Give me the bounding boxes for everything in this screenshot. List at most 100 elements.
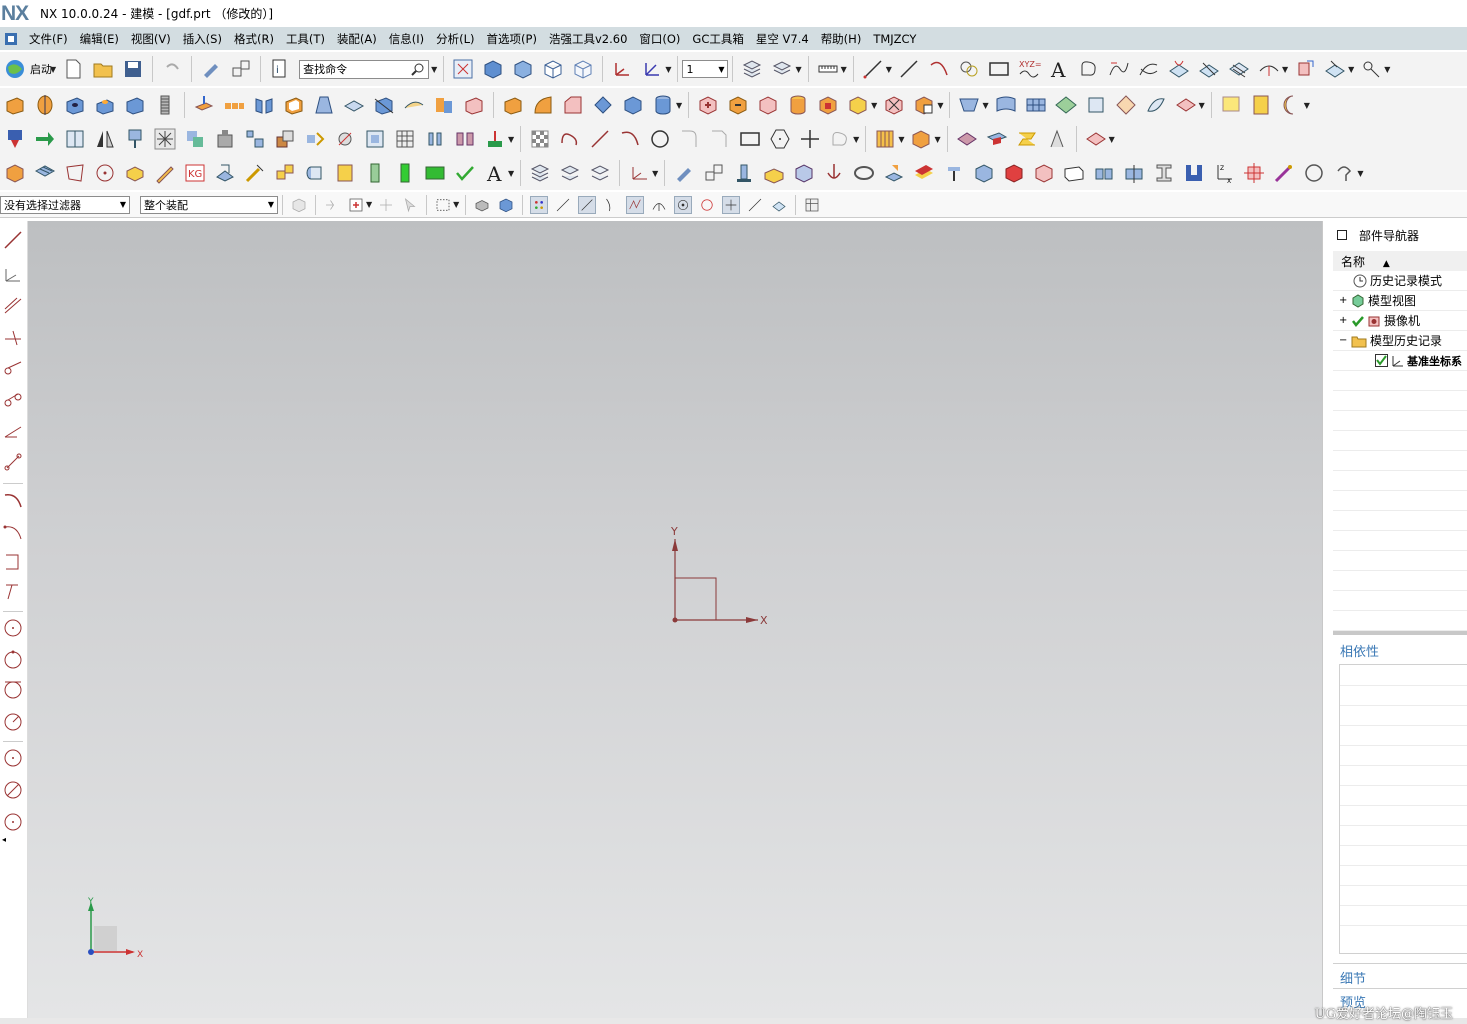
pattern-feature-icon[interactable]: [222, 93, 246, 117]
assembly-sequence-icon[interactable]: [183, 127, 207, 151]
rectangle-select-icon[interactable]: [434, 196, 452, 214]
rectangle-icon[interactable]: [987, 57, 1011, 81]
left-circle-full-icon[interactable]: [2, 747, 24, 769]
runner-icon[interactable]: [423, 161, 447, 185]
wcs-origin-icon[interactable]: [610, 57, 634, 81]
ejector-pin-icon[interactable]: [243, 161, 267, 185]
window-layout-icon[interactable]: [229, 57, 253, 81]
grid-table-icon[interactable]: [393, 127, 417, 151]
left-arc-radius-icon[interactable]: [2, 581, 24, 603]
object-info-icon[interactable]: i: [268, 57, 292, 81]
pillar-icon[interactable]: [732, 161, 756, 185]
nav-node-model-views[interactable]: + 模型视图: [1333, 291, 1467, 311]
annotation-text-icon[interactable]: A: [483, 161, 507, 185]
wireframe-cube-icon[interactable]: [541, 57, 565, 81]
snap-midpoint-icon[interactable]: [578, 195, 597, 214]
quick-pick-icon[interactable]: [803, 196, 821, 214]
cylinder-icon[interactable]: [651, 93, 675, 117]
point-icon[interactable]: [1359, 57, 1383, 81]
mold-init-icon[interactable]: [3, 161, 27, 185]
standard-parts-icon[interactable]: [213, 161, 237, 185]
left-wcs-line-icon[interactable]: [2, 263, 24, 285]
pink-block-icon[interactable]: [1032, 161, 1056, 185]
assembly-constraint-icon[interactable]: [123, 127, 147, 151]
project-curve-icon[interactable]: [1167, 57, 1191, 81]
wcs-csys[interactable]: Y X: [670, 525, 768, 627]
calculator-icon[interactable]: [1249, 93, 1273, 117]
circle-outline-icon[interactable]: [1302, 161, 1326, 185]
menu-haoqiang-tools[interactable]: 浩强工具v2.60: [543, 31, 633, 47]
graphics-window[interactable]: Y X Y X: [28, 221, 1322, 1018]
basic-line-icon[interactable]: [897, 57, 921, 81]
menu-window[interactable]: 窗口(O): [633, 31, 686, 47]
parting-icon[interactable]: [123, 161, 147, 185]
left-circle-tangent-icon[interactable]: [2, 679, 24, 701]
snap-existing-point-icon[interactable]: [722, 195, 741, 214]
search-icon[interactable]: [411, 62, 425, 76]
sketch-fillet-icon[interactable]: [678, 127, 702, 151]
sketch-arc-icon[interactable]: [618, 127, 642, 151]
trim-body-icon[interactable]: [372, 93, 396, 117]
menu-file[interactable]: 文件(F): [23, 31, 74, 47]
save-icon[interactable]: [121, 57, 145, 81]
menu-insert[interactable]: 插入(S): [177, 31, 228, 47]
start-icon[interactable]: [3, 57, 27, 81]
mold-grid-icon[interactable]: [33, 161, 57, 185]
bridge-curve-icon[interactable]: [1107, 57, 1131, 81]
menu-tmjzcy[interactable]: TMJZCY: [867, 32, 922, 46]
window-copy-icon[interactable]: [702, 161, 726, 185]
snap-enable-icon[interactable]: [530, 195, 549, 214]
sketch-offset-icon[interactable]: [828, 127, 852, 151]
bounded-plane-icon[interactable]: [1144, 93, 1168, 117]
left-perpendicular-line-icon[interactable]: [2, 327, 24, 349]
menu-analysis[interactable]: 分析(L): [430, 31, 480, 47]
menu-preferences[interactable]: 首选项(P): [481, 31, 543, 47]
sub-insert-icon[interactable]: [303, 161, 327, 185]
snap-endpoint-icon[interactable]: [554, 196, 572, 214]
drawing-sheet-icon[interactable]: [873, 127, 897, 151]
shaded-edges-cube-icon[interactable]: [511, 57, 535, 81]
left-tangent-line-icon[interactable]: [2, 357, 24, 379]
selection-scope-select[interactable]: 整个装配 ▼: [140, 195, 278, 214]
collapse-icon[interactable]: −: [1339, 335, 1351, 346]
left-more-icon[interactable]: ◂: [2, 835, 6, 844]
moon-icon[interactable]: [1279, 93, 1303, 117]
extract-curve-icon[interactable]: [1293, 57, 1317, 81]
thread-icon[interactable]: [153, 93, 177, 117]
wrap-curve-icon[interactable]: [1323, 57, 1347, 81]
pencil-ruler-icon[interactable]: [153, 161, 177, 185]
wcs-xyz-icon[interactable]: ZX: [1212, 161, 1236, 185]
left-circle-center-icon[interactable]: [2, 617, 24, 639]
bend-icon[interactable]: [1045, 127, 1069, 151]
mirror-feature-icon[interactable]: [252, 93, 276, 117]
select-face-icon[interactable]: [497, 196, 515, 214]
offset-face-icon[interactable]: [816, 93, 840, 117]
kg-weight-icon[interactable]: KG: [183, 161, 207, 185]
swept-icon[interactable]: [1054, 93, 1078, 117]
ring-icon[interactable]: [852, 161, 876, 185]
place-icon[interactable]: [483, 127, 507, 151]
chamfer-icon[interactable]: [561, 93, 585, 117]
multi-block-icon[interactable]: [1092, 161, 1116, 185]
edit-object-icon[interactable]: [199, 57, 223, 81]
left-bracket-icon[interactable]: [2, 551, 24, 573]
type-filter-select[interactable]: 没有选择过滤器 ▼: [0, 195, 130, 214]
ruled-surface-icon[interactable]: [957, 93, 981, 117]
left-circle-diameter-icon[interactable]: [2, 779, 24, 801]
menu-edit[interactable]: 编辑(E): [74, 31, 125, 47]
contour-flange-icon[interactable]: [1015, 127, 1039, 151]
new-file-icon[interactable]: [61, 57, 85, 81]
check-icon[interactable]: [453, 161, 477, 185]
n-sided-surface-icon[interactable]: [1114, 93, 1138, 117]
pour-icon[interactable]: [882, 161, 906, 185]
check-clearance-icon[interactable]: [243, 127, 267, 151]
layer-stack-icon[interactable]: [528, 161, 552, 185]
wcs-dynamic-icon[interactable]: [640, 57, 664, 81]
nav-node-model-history[interactable]: − 模型历史记录: [1333, 331, 1467, 351]
flat-pattern-icon[interactable]: [1084, 127, 1108, 151]
wave-linker-icon[interactable]: [213, 127, 237, 151]
move-component-icon[interactable]: [33, 127, 57, 151]
part-navigator-header[interactable]: 部件导航器: [1323, 221, 1467, 249]
offset-surface-icon[interactable]: [1174, 93, 1198, 117]
menu-gc-toolkit[interactable]: GC工具箱: [686, 31, 749, 47]
